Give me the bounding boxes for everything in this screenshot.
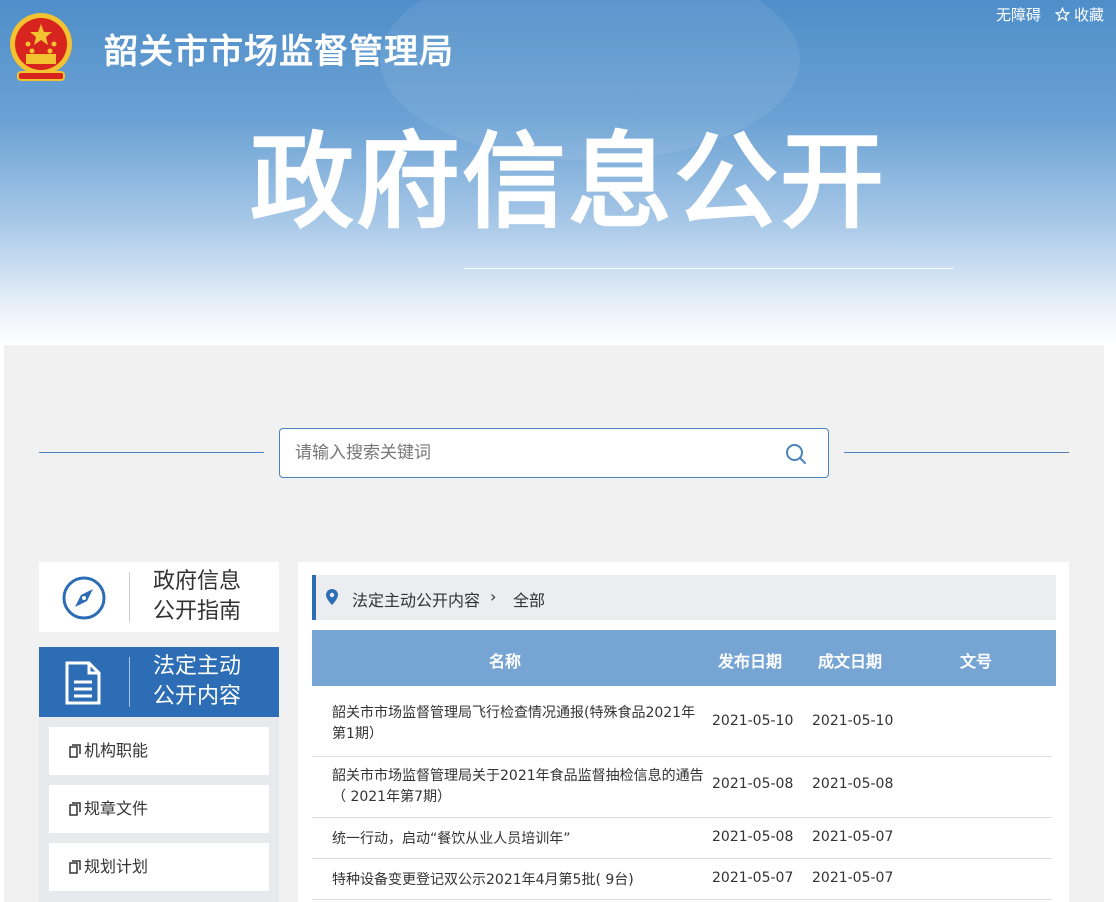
- nav-item-statutory[interactable]: 法定主动 公开内容: [39, 647, 279, 717]
- nav-guide-line1: 政府信息: [153, 569, 242, 594]
- document-icon: [65, 661, 101, 705]
- nav-guide-line2: 公开指南: [153, 599, 242, 624]
- column-header-doc-number: 文号: [960, 652, 993, 671]
- nav-guide-label: 政府信息 公开指南: [153, 567, 241, 627]
- column-header-name: 名称: [489, 652, 522, 671]
- row-written-date: 2021-05-08: [812, 776, 894, 792]
- row-publish-date: 2021-05-08: [712, 829, 794, 845]
- search-left-line: [39, 452, 264, 453]
- page-title: 政府信息公开: [250, 121, 887, 243]
- breadcrumb-current: 全部: [513, 591, 546, 610]
- file-icon: [69, 802, 81, 816]
- breadcrumb: 法定主动公开内容 › 全部: [312, 575, 1056, 620]
- content-panel: 法定主动公开内容 › 全部 名称 发布日期 成文日期 文号 韶关市市场监督管理局…: [298, 562, 1069, 902]
- favorite-label: 收藏: [1073, 6, 1104, 24]
- column-header-written-date: 成文日期: [818, 652, 883, 671]
- row-written-date: 2021-05-07: [812, 829, 894, 845]
- sub-nav-label: 规划计划: [84, 857, 149, 876]
- row-title[interactable]: 统一行动，启动“餐饮从业人员培训年”: [332, 829, 707, 850]
- row-publish-date: 2021-05-10: [712, 713, 794, 729]
- nav-item-guide[interactable]: 政府信息 公开指南: [39, 562, 279, 632]
- row-written-date: 2021-05-07: [812, 870, 894, 886]
- nav-active-line1: 法定主动: [153, 654, 242, 679]
- top-links: 无障碍 收藏: [996, 4, 1104, 25]
- banner-divider: [464, 268, 954, 269]
- row-written-date: 2021-05-10: [812, 713, 894, 729]
- compass-icon: [62, 576, 106, 620]
- file-icon: [69, 744, 81, 758]
- sub-nav: 机构职能 规章文件 规划计划: [39, 717, 279, 902]
- nav-statutory-label: 法定主动 公开内容: [153, 652, 241, 712]
- site-title: 韶关市市场监督管理局: [104, 32, 454, 72]
- column-header-publish-date: 发布日期: [718, 652, 783, 671]
- row-publish-date: 2021-05-08: [712, 776, 794, 792]
- table-row[interactable]: 韶关市市场监督管理局关于2021年食品监督抽检信息的通告（ 2021年第7期） …: [312, 757, 1052, 818]
- favorite-link[interactable]: 收藏: [1054, 4, 1104, 25]
- location-pin-icon: [326, 589, 338, 605]
- table-header: 名称 发布日期 成文日期 文号: [312, 630, 1056, 686]
- nav-separator: [129, 657, 130, 707]
- nav-separator: [129, 572, 130, 622]
- sub-nav-label: 机构职能: [84, 741, 149, 760]
- table-row[interactable]: 统一行动，启动“餐饮从业人员培训年” 2021-05-08 2021-05-07: [312, 818, 1052, 859]
- sub-nav-label: 规章文件: [84, 799, 149, 818]
- search-box: [279, 428, 829, 478]
- row-title[interactable]: 韶关市市场监督管理局飞行检查情况通报(特殊食品2021年第1期）: [332, 703, 707, 745]
- row-publish-date: 2021-05-07: [712, 870, 794, 886]
- search-input[interactable]: [280, 429, 770, 477]
- national-emblem-icon: [10, 13, 72, 81]
- search-icon[interactable]: [784, 442, 808, 466]
- star-icon: [1054, 7, 1070, 22]
- sub-nav-item[interactable]: 机构职能: [49, 727, 269, 775]
- sub-nav-item[interactable]: 规划计划: [49, 843, 269, 891]
- table-row[interactable]: 特种设备变更登记双公示2021年4月第5批( 9台) 2021-05-07 20…: [312, 859, 1052, 900]
- sub-nav-item[interactable]: 规章文件: [49, 785, 269, 833]
- chevron-right-icon: ›: [490, 587, 497, 606]
- file-icon: [69, 860, 81, 874]
- breadcrumb-section[interactable]: 法定主动公开内容: [352, 587, 480, 611]
- table-row[interactable]: 韶关市市场监督管理局飞行检查情况通报(特殊食品2021年第1期） 2021-05…: [312, 686, 1052, 757]
- nav-active-line2: 公开内容: [153, 684, 242, 709]
- search-right-line: [844, 452, 1069, 453]
- row-title[interactable]: 特种设备变更登记双公示2021年4月第5批( 9台): [332, 870, 707, 891]
- header-banner: 韶关市市场监督管理局 无障碍 收藏 政府信息公开: [0, 0, 1116, 345]
- main-area: 政府信息 公开指南 法定主动 公开内容 机构职能 规章文件 规划计划: [4, 345, 1104, 902]
- row-title[interactable]: 韶关市市场监督管理局关于2021年食品监督抽检信息的通告（ 2021年第7期）: [332, 766, 707, 808]
- accessibility-link[interactable]: 无障碍: [996, 4, 1041, 25]
